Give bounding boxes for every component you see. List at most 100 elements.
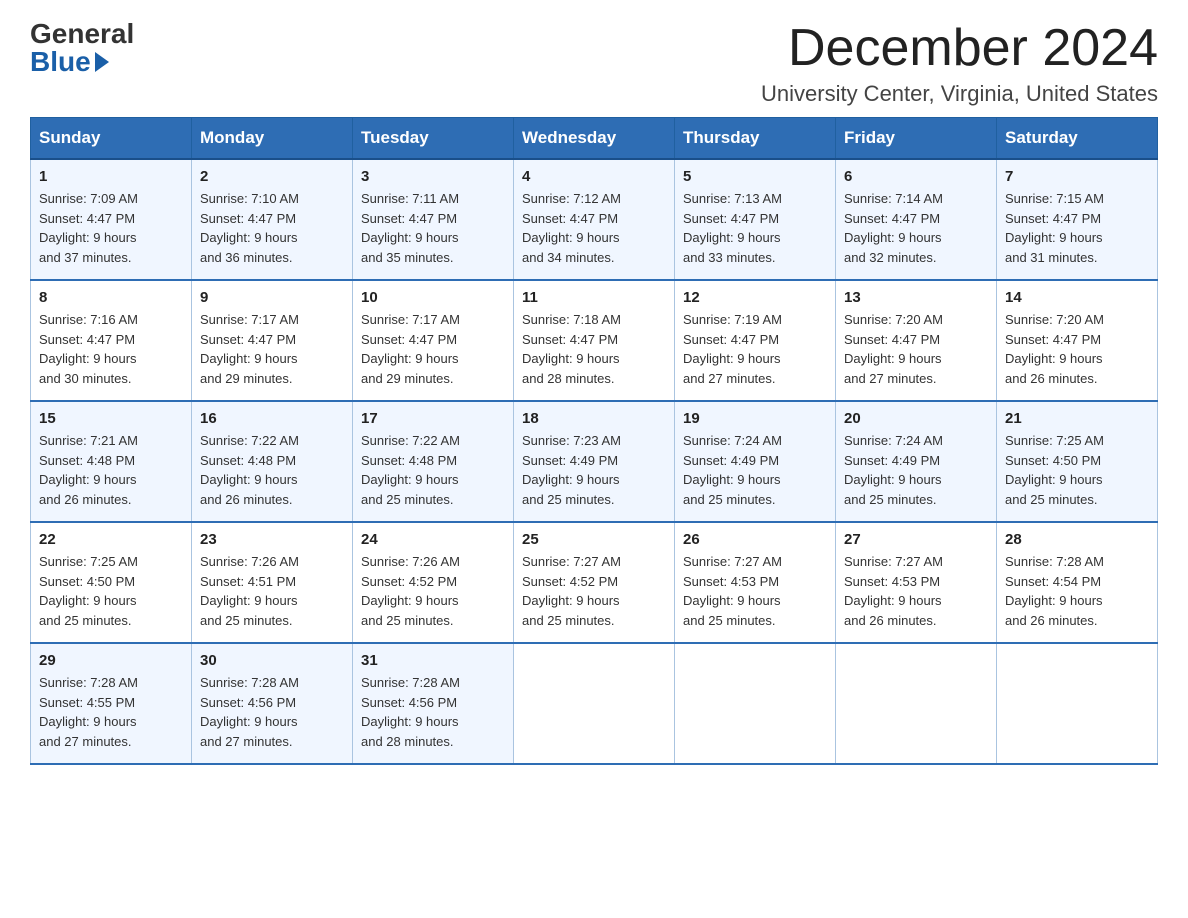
calendar-day-cell: 20Sunrise: 7:24 AMSunset: 4:49 PMDayligh…: [836, 401, 997, 522]
day-number: 29: [39, 652, 183, 669]
day-number: 11: [522, 289, 666, 306]
day-info: Sunrise: 7:28 AMSunset: 4:56 PMDaylight:…: [200, 673, 344, 751]
calendar-day-cell: 24 Sunrise: 7:26 AMSunset: 4:52 PMDayligh…: [353, 522, 514, 643]
day-of-week-header: Sunday: [31, 118, 192, 160]
calendar-week-row: 22 Sunrise: 7:25 AMSunset: 4:50 PMDayligh…: [31, 522, 1158, 643]
day-number: 13: [844, 289, 988, 306]
day-of-week-header: Saturday: [997, 118, 1158, 160]
empty-cell: [997, 643, 1158, 764]
calendar-day-cell: 23Sunrise: 7:26 AMSunset: 4:51 PMDayligh…: [192, 522, 353, 643]
calendar-day-cell: 17 Sunrise: 7:22 AMSunset: 4:48 PMDayligh…: [353, 401, 514, 522]
day-info: Sunrise: 7:24 AMSunset: 4:49 PMDaylight:…: [683, 431, 827, 509]
day-info: Sunrise: 7:24 AMSunset: 4:49 PMDaylight:…: [844, 431, 988, 509]
calendar-day-cell: 16 Sunrise: 7:22 AMSunset: 4:48 PMDayligh…: [192, 401, 353, 522]
day-number: 31: [361, 652, 505, 669]
calendar-day-cell: 26 Sunrise: 7:27 AMSunset: 4:53 PMDayligh…: [675, 522, 836, 643]
day-info: Sunrise: 7:20 AMSunset: 4:47 PMDaylight:…: [1005, 310, 1149, 388]
day-info: Sunrise: 7:25 AMSunset: 4:50 PMDaylight:…: [39, 552, 183, 630]
day-info: Sunrise: 7:25 AMSunset: 4:50 PMDaylight:…: [1005, 431, 1149, 509]
day-number: 17: [361, 410, 505, 427]
day-info: Sunrise: 7:27 AMSunset: 4:53 PMDaylight:…: [683, 552, 827, 630]
empty-cell: [514, 643, 675, 764]
empty-cell: [836, 643, 997, 764]
calendar-day-cell: 4Sunrise: 7:12 AMSunset: 4:47 PMDaylight…: [514, 159, 675, 280]
day-of-week-header: Wednesday: [514, 118, 675, 160]
day-info: Sunrise: 7:28 AMSunset: 4:56 PMDaylight:…: [361, 673, 505, 751]
day-of-week-header: Tuesday: [353, 118, 514, 160]
day-info: Sunrise: 7:18 AMSunset: 4:47 PMDaylight:…: [522, 310, 666, 388]
logo: General Blue: [30, 20, 134, 76]
calendar-header-row: SundayMondayTuesdayWednesdayThursdayFrid…: [31, 118, 1158, 160]
day-number: 28: [1005, 531, 1149, 548]
calendar-week-row: 15Sunrise: 7:21 AMSunset: 4:48 PMDayligh…: [31, 401, 1158, 522]
day-number: 1: [39, 168, 183, 185]
day-info: Sunrise: 7:11 AMSunset: 4:47 PMDaylight:…: [361, 189, 505, 267]
day-number: 26: [683, 531, 827, 548]
day-number: 27: [844, 531, 988, 548]
day-info: Sunrise: 7:09 AMSunset: 4:47 PMDaylight:…: [39, 189, 183, 267]
day-number: 2: [200, 168, 344, 185]
day-info: Sunrise: 7:26 AMSunset: 4:52 PMDaylight:…: [361, 552, 505, 630]
day-number: 25: [522, 531, 666, 548]
calendar-day-cell: 19 Sunrise: 7:24 AMSunset: 4:49 PMDayligh…: [675, 401, 836, 522]
day-info: Sunrise: 7:27 AMSunset: 4:53 PMDaylight:…: [844, 552, 988, 630]
day-number: 7: [1005, 168, 1149, 185]
calendar-day-cell: 5Sunrise: 7:13 AMSunset: 4:47 PMDaylight…: [675, 159, 836, 280]
day-number: 3: [361, 168, 505, 185]
day-number: 24: [361, 531, 505, 548]
day-info: Sunrise: 7:16 AMSunset: 4:47 PMDaylight:…: [39, 310, 183, 388]
logo-arrow-icon: [95, 52, 109, 72]
calendar-day-cell: 2Sunrise: 7:10 AMSunset: 4:47 PMDaylight…: [192, 159, 353, 280]
day-info: Sunrise: 7:12 AMSunset: 4:47 PMDaylight:…: [522, 189, 666, 267]
calendar-week-row: 29 Sunrise: 7:28 AMSunset: 4:55 PMDayligh…: [31, 643, 1158, 764]
location-title: University Center, Virginia, United Stat…: [761, 81, 1158, 107]
calendar-day-cell: 11 Sunrise: 7:18 AMSunset: 4:47 PMDayligh…: [514, 280, 675, 401]
calendar-day-cell: 22 Sunrise: 7:25 AMSunset: 4:50 PMDayligh…: [31, 522, 192, 643]
calendar-day-cell: 25 Sunrise: 7:27 AMSunset: 4:52 PMDayligh…: [514, 522, 675, 643]
day-number: 30: [200, 652, 344, 669]
day-info: Sunrise: 7:23 AMSunset: 4:49 PMDaylight:…: [522, 431, 666, 509]
calendar-day-cell: 13 Sunrise: 7:20 AMSunset: 4:47 PMDayligh…: [836, 280, 997, 401]
day-number: 19: [683, 410, 827, 427]
day-number: 5: [683, 168, 827, 185]
day-info: Sunrise: 7:27 AMSunset: 4:52 PMDaylight:…: [522, 552, 666, 630]
day-number: 8: [39, 289, 183, 306]
day-info: Sunrise: 7:17 AMSunset: 4:47 PMDaylight:…: [200, 310, 344, 388]
calendar-day-cell: 9 Sunrise: 7:17 AMSunset: 4:47 PMDaylight…: [192, 280, 353, 401]
calendar-week-row: 8 Sunrise: 7:16 AMSunset: 4:47 PMDaylight…: [31, 280, 1158, 401]
day-of-week-header: Monday: [192, 118, 353, 160]
day-of-week-header: Friday: [836, 118, 997, 160]
day-number: 9: [200, 289, 344, 306]
calendar-day-cell: 15Sunrise: 7:21 AMSunset: 4:48 PMDayligh…: [31, 401, 192, 522]
day-number: 6: [844, 168, 988, 185]
day-number: 22: [39, 531, 183, 548]
day-number: 10: [361, 289, 505, 306]
logo-general-text: General: [30, 20, 134, 48]
empty-cell: [675, 643, 836, 764]
calendar-day-cell: 7 Sunrise: 7:15 AMSunset: 4:47 PMDaylight…: [997, 159, 1158, 280]
day-number: 14: [1005, 289, 1149, 306]
calendar-day-cell: 30 Sunrise: 7:28 AMSunset: 4:56 PMDayligh…: [192, 643, 353, 764]
day-info: Sunrise: 7:28 AMSunset: 4:55 PMDaylight:…: [39, 673, 183, 751]
calendar-day-cell: 29 Sunrise: 7:28 AMSunset: 4:55 PMDayligh…: [31, 643, 192, 764]
day-info: Sunrise: 7:22 AMSunset: 4:48 PMDaylight:…: [200, 431, 344, 509]
day-number: 18: [522, 410, 666, 427]
day-number: 15: [39, 410, 183, 427]
day-of-week-header: Thursday: [675, 118, 836, 160]
calendar-week-row: 1 Sunrise: 7:09 AMSunset: 4:47 PMDaylight…: [31, 159, 1158, 280]
page-header: General Blue December 2024 University Ce…: [30, 20, 1158, 107]
calendar-day-cell: 28 Sunrise: 7:28 AMSunset: 4:54 PMDayligh…: [997, 522, 1158, 643]
day-info: Sunrise: 7:28 AMSunset: 4:54 PMDaylight:…: [1005, 552, 1149, 630]
day-info: Sunrise: 7:14 AMSunset: 4:47 PMDaylight:…: [844, 189, 988, 267]
calendar-day-cell: 27 Sunrise: 7:27 AMSunset: 4:53 PMDayligh…: [836, 522, 997, 643]
day-info: Sunrise: 7:22 AMSunset: 4:48 PMDaylight:…: [361, 431, 505, 509]
calendar-day-cell: 1 Sunrise: 7:09 AMSunset: 4:47 PMDaylight…: [31, 159, 192, 280]
day-info: Sunrise: 7:26 AMSunset: 4:51 PMDaylight:…: [200, 552, 344, 630]
day-info: Sunrise: 7:19 AMSunset: 4:47 PMDaylight:…: [683, 310, 827, 388]
day-info: Sunrise: 7:20 AMSunset: 4:47 PMDaylight:…: [844, 310, 988, 388]
day-info: Sunrise: 7:15 AMSunset: 4:47 PMDaylight:…: [1005, 189, 1149, 267]
day-number: 12: [683, 289, 827, 306]
day-number: 16: [200, 410, 344, 427]
day-number: 21: [1005, 410, 1149, 427]
month-title: December 2024: [761, 20, 1158, 77]
